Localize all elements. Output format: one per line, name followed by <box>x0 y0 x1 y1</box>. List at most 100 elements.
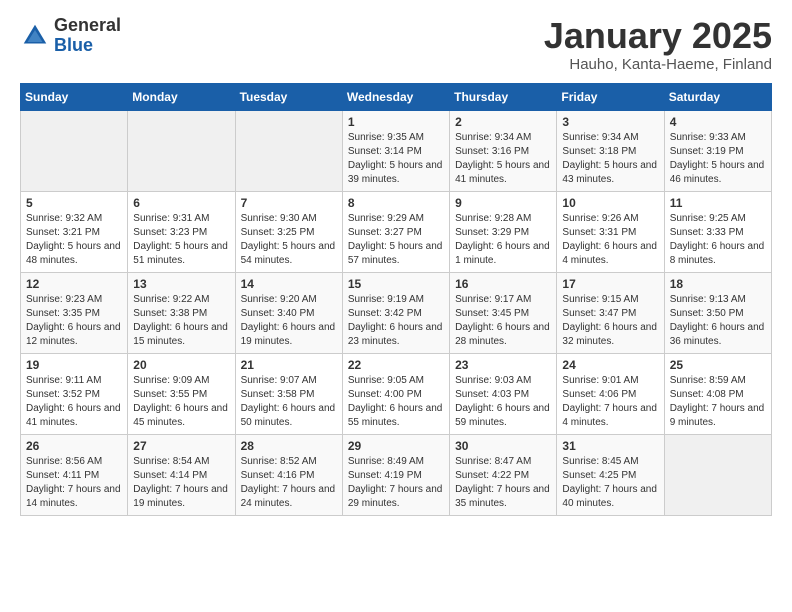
day-cell: 30 Sunrise: 8:47 AM Sunset: 4:22 PM Dayli… <box>450 434 557 515</box>
day-info: Sunrise: 9:31 AM Sunset: 3:23 PM Dayligh… <box>133 212 229 268</box>
logo-icon <box>20 21 50 51</box>
day-info: Sunrise: 9:23 AM Sunset: 3:35 PM Dayligh… <box>26 293 122 349</box>
day-info: Sunrise: 9:11 AM Sunset: 3:52 PM Dayligh… <box>26 374 122 430</box>
day-cell: 3 Sunrise: 9:34 AM Sunset: 3:18 PM Daylig… <box>557 110 664 191</box>
day-cell: 10 Sunrise: 9:26 AM Sunset: 3:31 PM Dayli… <box>557 191 664 272</box>
day-info: Sunrise: 8:47 AM Sunset: 4:22 PM Dayligh… <box>455 455 551 511</box>
day-info: Sunrise: 9:13 AM Sunset: 3:50 PM Dayligh… <box>670 293 766 349</box>
day-number: 25 <box>670 358 766 372</box>
day-number: 6 <box>133 196 229 210</box>
weekday-header-saturday: Saturday <box>664 83 771 110</box>
day-number: 10 <box>562 196 658 210</box>
day-cell: 8 Sunrise: 9:29 AM Sunset: 3:27 PM Daylig… <box>342 191 449 272</box>
day-cell: 18 Sunrise: 9:13 AM Sunset: 3:50 PM Dayli… <box>664 272 771 353</box>
day-info: Sunrise: 8:59 AM Sunset: 4:08 PM Dayligh… <box>670 374 766 430</box>
logo: General Blue <box>20 16 121 56</box>
day-number: 17 <box>562 277 658 291</box>
week-row-2: 5 Sunrise: 9:32 AM Sunset: 3:21 PM Daylig… <box>21 191 772 272</box>
day-info: Sunrise: 9:17 AM Sunset: 3:45 PM Dayligh… <box>455 293 551 349</box>
day-info: Sunrise: 8:56 AM Sunset: 4:11 PM Dayligh… <box>26 455 122 511</box>
day-number: 29 <box>348 439 444 453</box>
day-info: Sunrise: 9:28 AM Sunset: 3:29 PM Dayligh… <box>455 212 551 268</box>
day-info: Sunrise: 9:26 AM Sunset: 3:31 PM Dayligh… <box>562 212 658 268</box>
day-info: Sunrise: 9:25 AM Sunset: 3:33 PM Dayligh… <box>670 212 766 268</box>
month-title: January 2025 <box>544 16 772 56</box>
day-info: Sunrise: 8:45 AM Sunset: 4:25 PM Dayligh… <box>562 455 658 511</box>
title-block: January 2025 Hauho, Kanta-Haeme, Finland <box>544 16 772 73</box>
day-info: Sunrise: 8:52 AM Sunset: 4:16 PM Dayligh… <box>241 455 337 511</box>
day-info: Sunrise: 8:54 AM Sunset: 4:14 PM Dayligh… <box>133 455 229 511</box>
day-cell: 16 Sunrise: 9:17 AM Sunset: 3:45 PM Dayli… <box>450 272 557 353</box>
week-row-5: 26 Sunrise: 8:56 AM Sunset: 4:11 PM Dayli… <box>21 434 772 515</box>
day-cell: 21 Sunrise: 9:07 AM Sunset: 3:58 PM Dayli… <box>235 353 342 434</box>
weekday-header-sunday: Sunday <box>21 83 128 110</box>
day-cell: 7Sunrise: 9:30 AM Sunset: 3:25 PM Daylig… <box>235 191 342 272</box>
day-number: 16 <box>455 277 551 291</box>
day-cell: 22 Sunrise: 9:05 AM Sunset: 4:00 PM Dayli… <box>342 353 449 434</box>
day-cell: 9 Sunrise: 9:28 AM Sunset: 3:29 PM Daylig… <box>450 191 557 272</box>
week-row-4: 19 Sunrise: 9:11 AM Sunset: 3:52 PM Dayli… <box>21 353 772 434</box>
day-cell: 12 Sunrise: 9:23 AM Sunset: 3:35 PM Dayli… <box>21 272 128 353</box>
weekday-header-wednesday: Wednesday <box>342 83 449 110</box>
calendar-table: SundayMondayTuesdayWednesdayThursdayFrid… <box>20 83 772 516</box>
day-number: 12 <box>26 277 122 291</box>
logo-general-text: General <box>54 15 121 35</box>
day-info: Sunrise: 9:07 AM Sunset: 3:58 PM Dayligh… <box>241 374 337 430</box>
day-number: 21 <box>241 358 337 372</box>
week-row-1: 1 Sunrise: 9:35 AM Sunset: 3:14 PM Daylig… <box>21 110 772 191</box>
day-cell: 20 Sunrise: 9:09 AM Sunset: 3:55 PM Dayli… <box>128 353 235 434</box>
day-cell: 1 Sunrise: 9:35 AM Sunset: 3:14 PM Daylig… <box>342 110 449 191</box>
day-info: Sunrise: 9:34 AM Sunset: 3:18 PM Dayligh… <box>562 131 658 187</box>
day-info: Sunrise: 9:01 AM Sunset: 4:06 PM Dayligh… <box>562 374 658 430</box>
day-info: Sunrise: 9:05 AM Sunset: 4:00 PM Dayligh… <box>348 374 444 430</box>
weekday-header-row: SundayMondayTuesdayWednesdayThursdayFrid… <box>21 83 772 110</box>
day-number: 20 <box>133 358 229 372</box>
day-info: Sunrise: 8:49 AM Sunset: 4:19 PM Dayligh… <box>348 455 444 511</box>
day-number: 1 <box>348 115 444 129</box>
day-cell: 27 Sunrise: 8:54 AM Sunset: 4:14 PM Dayli… <box>128 434 235 515</box>
day-info: Sunrise: 9:09 AM Sunset: 3:55 PM Dayligh… <box>133 374 229 430</box>
day-number: 5 <box>26 196 122 210</box>
day-cell: 26 Sunrise: 8:56 AM Sunset: 4:11 PM Dayli… <box>21 434 128 515</box>
day-info: Sunrise: 9:19 AM Sunset: 3:42 PM Dayligh… <box>348 293 444 349</box>
day-info: Sunrise: 9:32 AM Sunset: 3:21 PM Dayligh… <box>26 212 122 268</box>
weekday-header-thursday: Thursday <box>450 83 557 110</box>
logo-blue-text: Blue <box>54 35 93 55</box>
day-number: 15 <box>348 277 444 291</box>
day-number: 19 <box>26 358 122 372</box>
day-cell <box>664 434 771 515</box>
day-number: 3 <box>562 115 658 129</box>
location: Hauho, Kanta-Haeme, Finland <box>544 56 772 73</box>
day-number: 4 <box>670 115 766 129</box>
day-cell: 19 Sunrise: 9:11 AM Sunset: 3:52 PM Dayli… <box>21 353 128 434</box>
day-number: 30 <box>455 439 551 453</box>
day-cell: 29 Sunrise: 8:49 AM Sunset: 4:19 PM Dayli… <box>342 434 449 515</box>
day-info: Sunrise: 9:29 AM Sunset: 3:27 PM Dayligh… <box>348 212 444 268</box>
day-cell <box>235 110 342 191</box>
day-number: 26 <box>26 439 122 453</box>
day-cell: 25 Sunrise: 8:59 AM Sunset: 4:08 PM Dayli… <box>664 353 771 434</box>
day-number: 2 <box>455 115 551 129</box>
day-number: 8 <box>348 196 444 210</box>
day-number: 22 <box>348 358 444 372</box>
day-number: 28 <box>241 439 337 453</box>
day-info: Sunrise: 9:35 AM Sunset: 3:14 PM Dayligh… <box>348 131 444 187</box>
day-info: Sunrise: 9:34 AM Sunset: 3:16 PM Dayligh… <box>455 131 551 187</box>
week-row-3: 12 Sunrise: 9:23 AM Sunset: 3:35 PM Dayli… <box>21 272 772 353</box>
day-cell: 13 Sunrise: 9:22 AM Sunset: 3:38 PM Dayli… <box>128 272 235 353</box>
weekday-header-tuesday: Tuesday <box>235 83 342 110</box>
day-number: 9 <box>455 196 551 210</box>
day-cell: 24Sunrise: 9:01 AM Sunset: 4:06 PM Dayli… <box>557 353 664 434</box>
day-info: Sunrise: 9:22 AM Sunset: 3:38 PM Dayligh… <box>133 293 229 349</box>
day-cell: 23Sunrise: 9:03 AM Sunset: 4:03 PM Dayli… <box>450 353 557 434</box>
day-number: 31 <box>562 439 658 453</box>
day-cell: 28 Sunrise: 8:52 AM Sunset: 4:16 PM Dayli… <box>235 434 342 515</box>
day-cell <box>128 110 235 191</box>
day-number: 13 <box>133 277 229 291</box>
day-number: 11 <box>670 196 766 210</box>
day-cell: 2 Sunrise: 9:34 AM Sunset: 3:16 PM Daylig… <box>450 110 557 191</box>
day-info: Sunrise: 9:20 AM Sunset: 3:40 PM Dayligh… <box>241 293 337 349</box>
day-number: 27 <box>133 439 229 453</box>
day-number: 18 <box>670 277 766 291</box>
day-number: 7 <box>241 196 337 210</box>
